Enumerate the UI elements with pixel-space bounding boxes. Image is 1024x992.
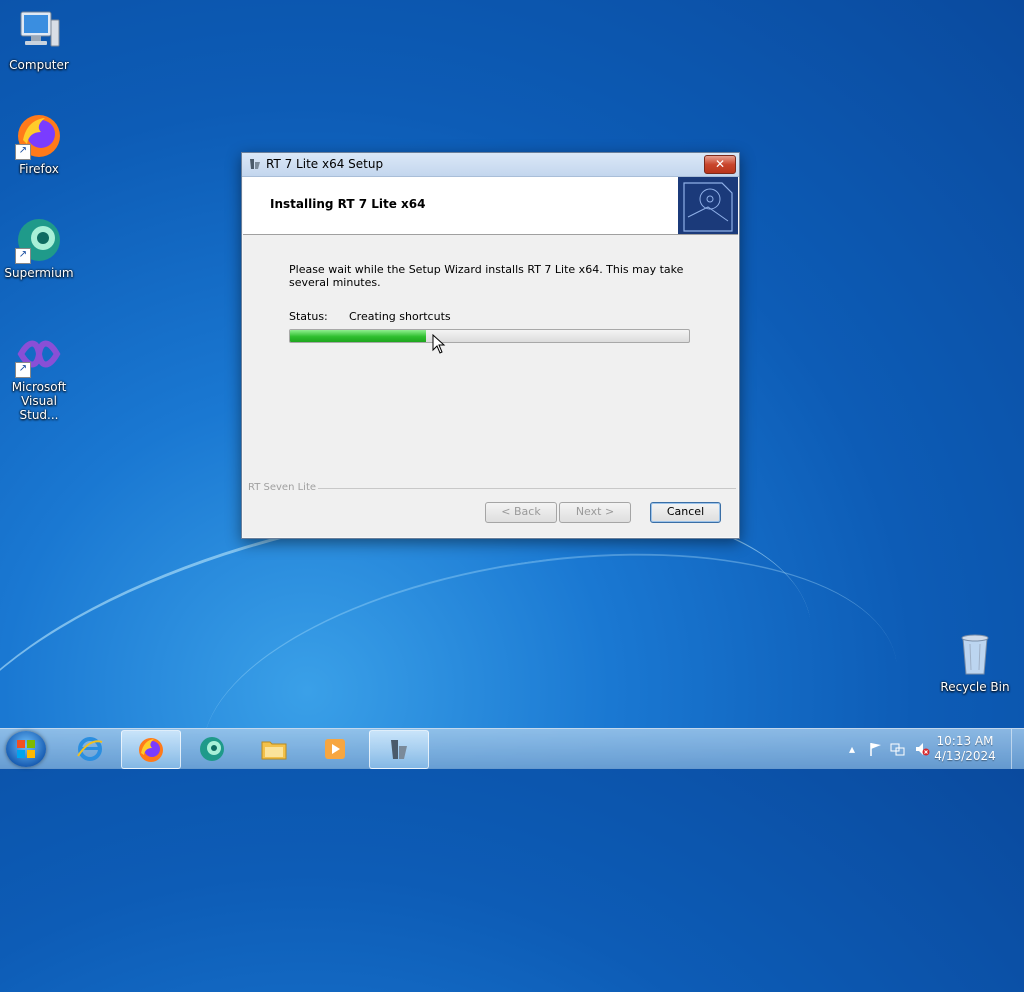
taskbar-rt7lite-setup[interactable] <box>369 730 429 769</box>
shortcut-arrow-icon: ↗ <box>15 144 31 160</box>
firefox-icon <box>137 737 165 763</box>
taskbar-supermium[interactable] <box>183 730 241 767</box>
wizard-header: Installing RT 7 Lite x64 <box>243 177 738 235</box>
taskbar-media-player[interactable] <box>306 730 364 767</box>
desktop-icon-label: Firefox <box>19 162 59 176</box>
desktop-icon-label: Microsoft Visual Stud... <box>11 380 67 422</box>
system-tray: ▴ 10:13 AM 4/13/2024 <box>834 729 1024 769</box>
mouse-cursor-icon <box>432 333 446 354</box>
supermium-icon: ↗ <box>15 216 63 264</box>
brand-label: RT Seven Lite <box>248 482 317 493</box>
setup-window: RT 7 Lite x64 Setup ✕ Installing RT 7 Li… <box>241 152 740 539</box>
show-desktop-button[interactable] <box>1011 729 1024 769</box>
start-button[interactable] <box>6 731 46 767</box>
firefox-icon: ↗ <box>15 112 63 160</box>
next-button[interactable]: Next > <box>559 502 631 523</box>
wizard-header-title: Installing RT 7 Lite x64 <box>270 197 426 211</box>
status-value: Creating shortcuts <box>349 310 451 323</box>
taskbar-internet-explorer[interactable] <box>61 730 119 767</box>
desktop-icon-computer[interactable]: Computer <box>1 8 77 72</box>
desktop-icon-supermium[interactable]: ↗ Supermium <box>1 216 77 280</box>
recycle-bin-icon <box>951 630 999 678</box>
wizard-banner-image <box>678 177 738 234</box>
desktop-icon-recycle-bin[interactable]: Recycle Bin <box>937 630 1013 694</box>
show-hidden-icons-icon[interactable]: ▴ <box>844 741 860 757</box>
desktop-icon-firefox[interactable]: ↗ Firefox <box>1 112 77 176</box>
cancel-button[interactable]: Cancel <box>650 502 721 523</box>
wizard-message: Please wait while the Setup Wizard insta… <box>289 263 684 289</box>
clock-date: 4/13/2024 <box>934 749 996 763</box>
status-label: Status: <box>289 310 328 323</box>
window-titlebar[interactable]: RT 7 Lite x64 Setup ✕ <box>242 153 739 177</box>
clock-time: 10:13 AM <box>936 734 994 748</box>
desktop-icon-label: Computer <box>9 58 69 72</box>
close-button[interactable]: ✕ <box>704 155 736 174</box>
media-player-icon <box>321 736 349 762</box>
brand-divider <box>318 488 736 489</box>
taskbar-firefox[interactable] <box>121 730 181 769</box>
back-button[interactable]: < Back <box>485 502 557 523</box>
computer-icon <box>15 8 63 56</box>
rt7lite-setup-icon <box>385 737 413 763</box>
window-title: RT 7 Lite x64 Setup <box>266 157 384 171</box>
wallpaper-swoosh-secondary <box>182 512 918 910</box>
setup-app-icon <box>248 157 262 171</box>
internet-explorer-icon <box>76 736 104 762</box>
taskbar-file-explorer[interactable] <box>245 730 303 767</box>
action-center-flag-icon[interactable] <box>868 741 884 757</box>
network-icon[interactable] <box>890 741 906 757</box>
install-progress-bar <box>289 329 690 343</box>
install-progress-fill <box>290 330 426 342</box>
taskbar-clock[interactable]: 10:13 AM 4/13/2024 <box>930 734 1000 764</box>
file-explorer-icon <box>260 736 288 762</box>
volume-muted-icon[interactable] <box>914 741 930 757</box>
desktop-icon-label: Supermium <box>4 266 74 280</box>
shortcut-arrow-icon: ↗ <box>15 362 31 378</box>
desktop-icon-label: Recycle Bin <box>940 680 1010 694</box>
desktop-icon-visual-studio[interactable]: ↗ Microsoft Visual Stud... <box>1 330 77 422</box>
supermium-icon <box>198 736 226 762</box>
shortcut-arrow-icon: ↗ <box>15 248 31 264</box>
visual-studio-icon: ↗ <box>15 330 63 378</box>
taskbar: ▴ 10:13 AM 4/13/2024 <box>0 728 1024 769</box>
